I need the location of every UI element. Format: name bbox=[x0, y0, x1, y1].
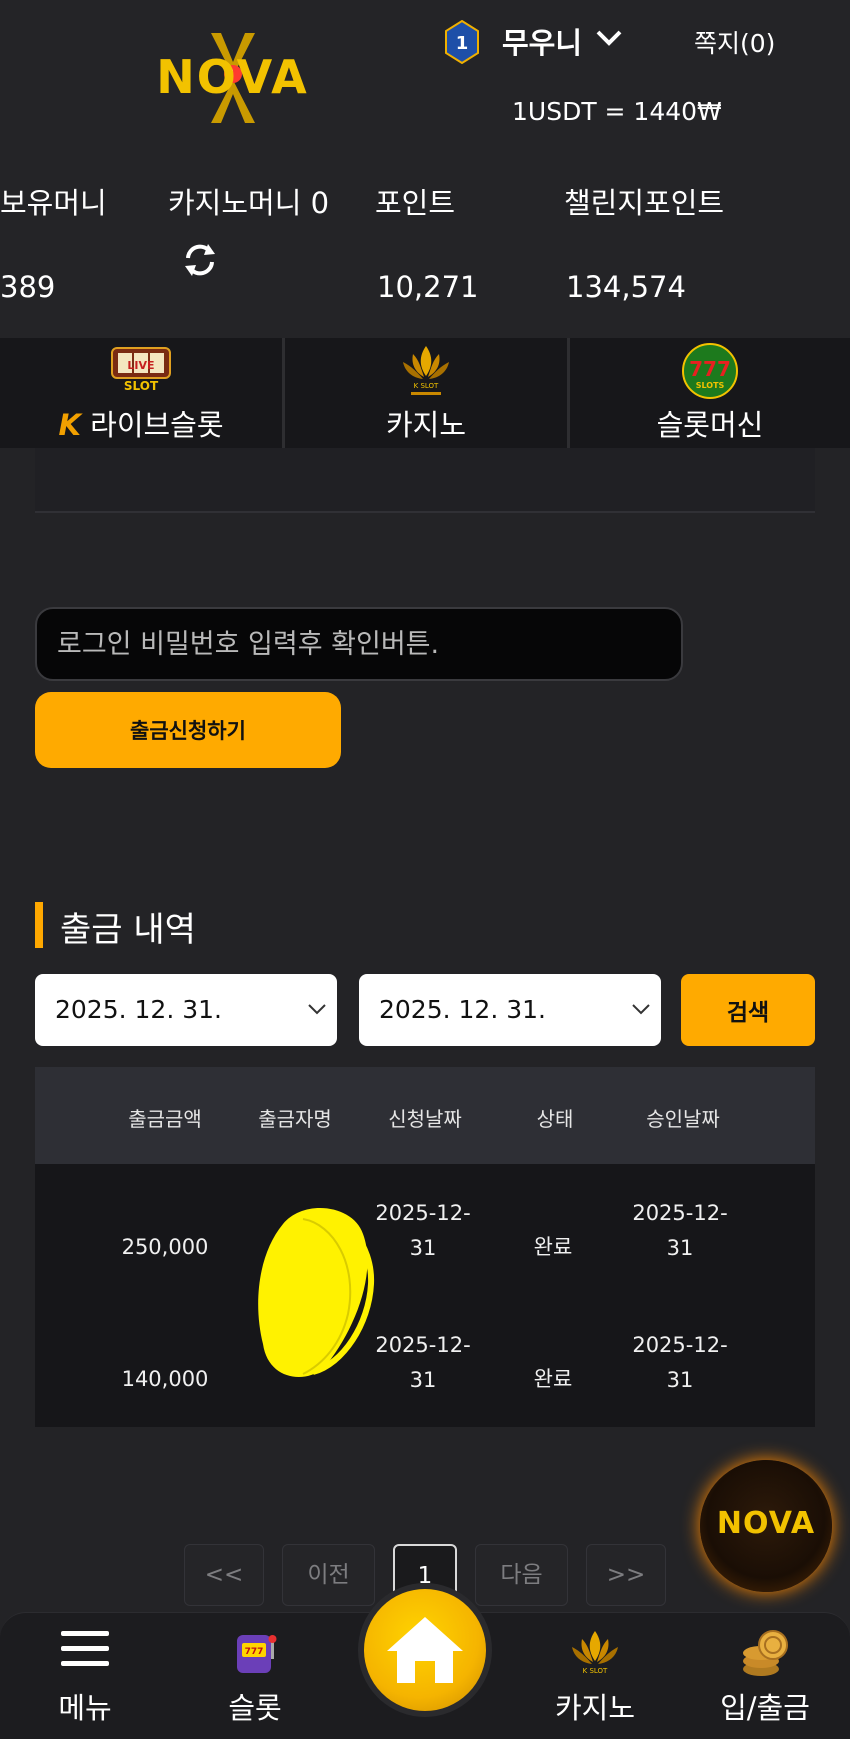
name-redaction-scribble bbox=[258, 1207, 375, 1377]
column-header: 출금자명 bbox=[258, 1107, 332, 1131]
date-line: 2025-12- bbox=[632, 1201, 728, 1225]
fab-logo-text: NOVA bbox=[716, 1506, 816, 1541]
home-button[interactable] bbox=[358, 1583, 492, 1717]
cell-amount: 250,000 bbox=[121, 1235, 209, 1259]
chevron-down-icon[interactable] bbox=[595, 28, 623, 48]
refresh-icon[interactable] bbox=[180, 242, 220, 278]
first-page-button[interactable]: << bbox=[184, 1544, 264, 1606]
logo-text: NOVA bbox=[156, 50, 309, 104]
challenge-point-label: 챌린지포인트 bbox=[564, 186, 725, 220]
password-input[interactable] bbox=[35, 607, 683, 681]
nav-casino[interactable]: K SLOT 카지노 bbox=[530, 1613, 660, 1739]
svg-text:777: 777 bbox=[689, 357, 731, 381]
chevron-down-icon bbox=[632, 1004, 650, 1015]
nav-casino-label: 카지노 bbox=[554, 1691, 636, 1725]
cell-status: 완료 bbox=[533, 1367, 573, 1391]
column-header: 출금금액 bbox=[128, 1107, 202, 1131]
header: NOVA 1 무우니 쪽지(0) 1USDT = 1440₩ 보유머니 카지노머… bbox=[0, 0, 850, 338]
casino-money-label: 카지노머니 0 bbox=[168, 186, 330, 220]
holding-money-label: 보유머니 bbox=[0, 186, 107, 220]
column-header: 상태 bbox=[536, 1107, 574, 1131]
svg-text:1: 1 bbox=[456, 33, 469, 54]
nav-menu-label: 메뉴 bbox=[58, 1691, 112, 1725]
start-date-select[interactable]: 2025. 12. 31. bbox=[35, 974, 337, 1046]
table-header: 출금금액 출금자명 신청날짜 상태 승인날짜 bbox=[35, 1067, 815, 1164]
cell-approval-date: 2025-12- 31 bbox=[615, 1196, 745, 1266]
tab-casino-label: 카지노 bbox=[385, 408, 467, 442]
nova-logo[interactable]: NOVA bbox=[145, 28, 320, 128]
search-button[interactable]: 검색 bbox=[681, 974, 815, 1046]
cell-status: 완료 bbox=[533, 1235, 573, 1259]
svg-text:LIVE: LIVE bbox=[127, 359, 154, 372]
end-date-value: 2025. 12. 31. bbox=[379, 995, 546, 1024]
tab-slot-machine-label: 슬롯머신 bbox=[656, 408, 764, 442]
withdraw-request-button[interactable]: 출금신청하기 bbox=[35, 692, 341, 768]
nav-deposit-withdraw-label: 입/출금 bbox=[720, 1691, 810, 1725]
live-slot-icon: LIVE SLOT bbox=[111, 347, 171, 392]
home-icon bbox=[387, 1617, 463, 1683]
date-line: 31 bbox=[666, 1236, 694, 1260]
date-line: 31 bbox=[666, 1368, 694, 1392]
end-date-select[interactable]: 2025. 12. 31. bbox=[359, 974, 661, 1046]
point-value: 10,271 bbox=[377, 270, 479, 304]
content-strip bbox=[35, 448, 815, 513]
column-header: 승인날짜 bbox=[646, 1107, 720, 1131]
tab-casino[interactable]: K SLOT 카지노 bbox=[285, 338, 567, 448]
nav-slot-label: 슬롯 bbox=[228, 1691, 282, 1725]
k-badge: K bbox=[58, 408, 81, 442]
game-tabs: LIVE SLOT K 라이브슬롯 K SLOT 카지노 777 SLOTS 슬… bbox=[0, 338, 850, 448]
nav-slot[interactable]: 777 슬롯 bbox=[190, 1613, 320, 1739]
nova-floating-button[interactable]: NOVA bbox=[700, 1460, 832, 1592]
next-page-button[interactable]: 다음 bbox=[475, 1544, 568, 1606]
username[interactable]: 무우니 bbox=[502, 20, 582, 62]
point-label: 포인트 bbox=[375, 186, 456, 220]
tab-live-slot[interactable]: LIVE SLOT K 라이브슬롯 bbox=[0, 338, 282, 448]
exchange-rate: 1USDT = 1440₩ bbox=[512, 97, 722, 126]
messages-link[interactable]: 쪽지(0) bbox=[694, 24, 775, 60]
holding-money-value: 389 bbox=[0, 270, 56, 304]
hamburger-icon bbox=[61, 1631, 109, 1666]
kslot-icon: K SLOT bbox=[572, 1631, 618, 1675]
prev-page-button[interactable]: 이전 bbox=[282, 1544, 375, 1606]
kslot-icon: K SLOT bbox=[403, 346, 449, 395]
coins-icon bbox=[743, 1630, 788, 1676]
svg-text:777: 777 bbox=[245, 1647, 264, 1657]
tab-label: 라이브슬롯 bbox=[90, 408, 224, 442]
last-page-button[interactable]: >> bbox=[586, 1544, 666, 1606]
svg-text:K SLOT: K SLOT bbox=[414, 382, 439, 390]
svg-text:SLOTS: SLOTS bbox=[696, 381, 725, 390]
withdraw-page: NOVA 1 무우니 쪽지(0) 1USDT = 1440₩ 보유머니 카지노머… bbox=[0, 0, 850, 1739]
cell-approval-date: 2025-12- 31 bbox=[615, 1328, 745, 1398]
section-title: 출금 내역 bbox=[60, 910, 196, 950]
tab-slot-machine[interactable]: 777 SLOTS 슬롯머신 bbox=[570, 338, 850, 448]
chevron-down-icon bbox=[308, 1004, 326, 1015]
svg-text:SLOT: SLOT bbox=[124, 379, 159, 392]
start-date-value: 2025. 12. 31. bbox=[55, 995, 222, 1024]
777-slots-icon: 777 SLOTS bbox=[682, 343, 738, 399]
section-accent-bar bbox=[35, 902, 43, 948]
level-badge-icon: 1 bbox=[445, 20, 479, 64]
date-line: 2025-12- bbox=[632, 1333, 728, 1357]
cell-amount: 140,000 bbox=[121, 1367, 209, 1391]
nav-deposit-withdraw[interactable]: 입/출금 bbox=[700, 1613, 830, 1739]
tab-live-slot-label: K 라이브슬롯 bbox=[0, 402, 282, 444]
challenge-point-value: 134,574 bbox=[566, 270, 686, 304]
svg-text:K SLOT: K SLOT bbox=[583, 1667, 608, 1675]
withdraw-history-table: 출금금액 출금자명 신청날짜 상태 승인날짜 250,000 2025-12- … bbox=[35, 1067, 815, 1427]
column-header: 신청날짜 bbox=[388, 1107, 462, 1131]
nav-menu[interactable]: 메뉴 bbox=[20, 1613, 150, 1739]
slot-machine-icon: 777 bbox=[237, 1635, 277, 1673]
